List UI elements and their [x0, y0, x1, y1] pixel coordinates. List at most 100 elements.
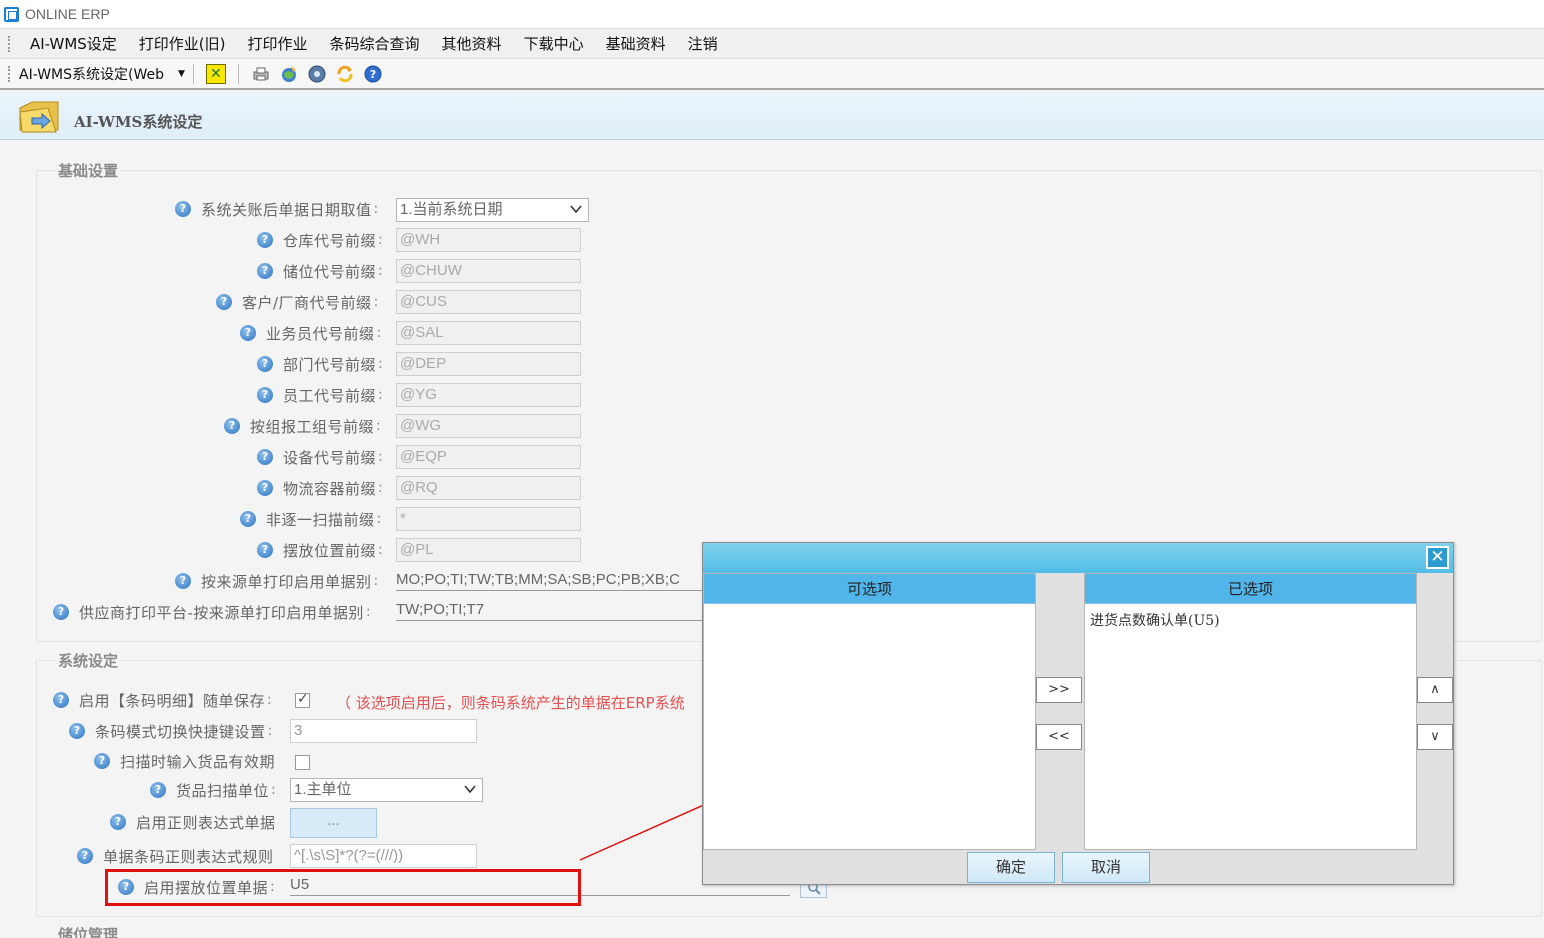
- help-icon[interactable]: ?: [53, 604, 69, 620]
- dialog-body: 可选项 >> << 已选项 进货点数确认单(U5) ∧ ∨ 确定 取消: [703, 573, 1453, 884]
- help-icon[interactable]: ?: [77, 848, 93, 864]
- scan-unit-row: ? 货品扫描单位:: [150, 779, 280, 801]
- svg-text:?: ?: [370, 68, 376, 81]
- location-prefix-input[interactable]: @CHUW: [396, 259, 581, 283]
- excel-export-icon[interactable]: ✕: [205, 63, 226, 84]
- move-down-button[interactable]: ∨: [1417, 724, 1453, 750]
- selected-list[interactable]: 已选项 进货点数确认单(U5): [1084, 573, 1417, 850]
- menu-logout[interactable]: 注销: [677, 30, 729, 59]
- prefix-label: 按组报工组号前缀: [250, 417, 375, 436]
- salesman-prefix-input[interactable]: @SAL: [396, 321, 581, 345]
- help-icon[interactable]: ?: [257, 356, 273, 372]
- menu-other-data[interactable]: 其他资料: [431, 30, 513, 59]
- cancel-button[interactable]: 取消: [1062, 852, 1150, 883]
- help-icon[interactable]: ?: [216, 294, 232, 310]
- source-print-label: 按来源单打印启用单据别: [201, 572, 372, 591]
- toolbar-grip: [8, 65, 11, 82]
- date-setting-select[interactable]: 1.当前系统日期: [396, 198, 589, 222]
- source-print-row: ? 按来源单打印启用单据别:: [175, 570, 382, 592]
- expiry-checkbox[interactable]: [295, 755, 310, 770]
- help-icon[interactable]: ?: [69, 723, 85, 739]
- available-list-header: 可选项: [704, 574, 1035, 604]
- expiry-label: 扫描时输入货品有效期: [120, 752, 276, 771]
- menu-grip: [8, 36, 11, 52]
- prefix-label: 客户/厂商代号前缀: [242, 293, 372, 312]
- remove-selected-button[interactable]: <<: [1036, 724, 1082, 750]
- non-single-scan-prefix-input[interactable]: *: [396, 507, 581, 531]
- help-icon[interactable]: ?: [363, 64, 383, 84]
- prefix-label: 员工代号前缀: [283, 386, 377, 405]
- department-prefix-input[interactable]: @DEP: [396, 352, 581, 376]
- prefix-label: 设备代号前缀: [283, 448, 377, 467]
- help-icon[interactable]: ?: [150, 782, 166, 798]
- save-with-doc-row: ? 启用【条码明细】随单保存:: [53, 689, 276, 711]
- supplier-print-input[interactable]: TW;PO;TI;T7: [396, 599, 702, 621]
- help-icon[interactable]: ?: [257, 480, 273, 496]
- menu-base-data[interactable]: 基础资料: [595, 30, 677, 59]
- chevron-down-icon: [570, 205, 582, 214]
- help-icon[interactable]: ?: [94, 753, 110, 769]
- prefix-label: 业务员代号前缀: [266, 324, 375, 343]
- menu-print-jobs[interactable]: 打印作业: [237, 30, 319, 59]
- placement-prefix-input[interactable]: @PL: [396, 538, 581, 562]
- shortcut-input[interactable]: 3: [290, 719, 477, 743]
- selection-dialog: ✕ 可选项 >> << 已选项 进货点数确认单(U5) ∧ ∨ 确定 取消: [702, 542, 1454, 885]
- menu-barcode-query[interactable]: 条码综合查询: [319, 30, 431, 59]
- regex-docs-button[interactable]: ...: [290, 808, 377, 838]
- annotation-highlight-box: [105, 869, 581, 906]
- title-bar: ONLINE ERP: [0, 0, 1544, 29]
- move-up-button[interactable]: ∧: [1417, 677, 1453, 703]
- warehouse-prefix-input[interactable]: @WH: [396, 228, 581, 252]
- scan-unit-select[interactable]: 1.主单位: [290, 778, 483, 802]
- app-icon: [4, 6, 19, 22]
- regex-rule-row: ? 单据条码正则表达式规则: [77, 845, 274, 867]
- save-with-doc-label: 启用【条码明细】随单保存: [79, 691, 266, 710]
- equipment-prefix-input[interactable]: @EQP: [396, 445, 581, 469]
- workgroup-prefix-input[interactable]: @WG: [396, 414, 581, 438]
- help-icon[interactable]: ?: [224, 418, 240, 434]
- help-icon[interactable]: ?: [110, 814, 126, 830]
- shortcut-row: ? 条码模式切换快捷键设置:: [69, 720, 276, 742]
- prefix-row-department: ? 部门代号前缀:: [257, 353, 387, 375]
- prefix-row-placement: ? 摆放位置前缀:: [257, 539, 387, 561]
- help-icon[interactable]: ?: [257, 232, 273, 248]
- disc-icon[interactable]: [307, 64, 327, 84]
- regex-rule-input[interactable]: ^[.\s\S]*?(?=(///)): [290, 844, 477, 868]
- help-icon[interactable]: ?: [175, 201, 191, 217]
- available-list[interactable]: 可选项: [703, 573, 1036, 850]
- save-with-doc-checkbox[interactable]: [295, 691, 310, 708]
- prefix-row-salesman: ? 业务员代号前缀:: [240, 322, 385, 344]
- help-icon[interactable]: ?: [257, 263, 273, 279]
- printer-icon[interactable]: [251, 64, 271, 84]
- prefix-row-location: ? 储位代号前缀:: [257, 260, 387, 282]
- close-icon[interactable]: ✕: [1426, 546, 1449, 569]
- source-print-input[interactable]: MO;PO;TI;TW;TB;MM;SA;SB;PC;PB;XB;C: [396, 569, 702, 591]
- globe-icon[interactable]: [279, 64, 299, 84]
- menu-ai-wms-settings[interactable]: AI-WMS设定: [19, 30, 128, 59]
- prefix-row-employee: ? 员工代号前缀:: [257, 384, 387, 406]
- employee-prefix-input[interactable]: @YG: [396, 383, 581, 407]
- help-icon[interactable]: ?: [257, 387, 273, 403]
- refresh-icon[interactable]: [335, 64, 355, 84]
- container-prefix-input[interactable]: @RQ: [396, 476, 581, 500]
- chevron-down-icon: [464, 785, 476, 794]
- prefix-label: 非逐一扫描前缀: [266, 510, 375, 529]
- help-icon[interactable]: ?: [240, 325, 256, 341]
- basic-settings-legend: 基础设置: [56, 160, 121, 181]
- menu-print-jobs-old[interactable]: 打印作业(旧): [128, 30, 237, 59]
- help-icon[interactable]: ?: [53, 692, 69, 708]
- prefix-label: 物流容器前缀: [283, 479, 377, 498]
- app-title: ONLINE ERP: [25, 6, 110, 22]
- customer-prefix-input[interactable]: @CUS: [396, 290, 581, 314]
- prefix-label: 摆放位置前缀: [283, 541, 377, 560]
- add-selected-button[interactable]: >>: [1036, 677, 1082, 703]
- menu-download-center[interactable]: 下载中心: [513, 30, 595, 59]
- help-icon[interactable]: ?: [175, 573, 191, 589]
- help-icon[interactable]: ?: [257, 449, 273, 465]
- help-icon[interactable]: ?: [257, 542, 273, 558]
- module-selector[interactable]: AI-WMS系统设定(Web ▼: [19, 64, 185, 84]
- supplier-print-row: ? 供应商打印平台-按来源单打印启用单据别:: [53, 601, 375, 623]
- ok-button[interactable]: 确定: [967, 852, 1055, 883]
- help-icon[interactable]: ?: [240, 511, 256, 527]
- list-item[interactable]: 进货点数确认单(U5): [1085, 604, 1416, 636]
